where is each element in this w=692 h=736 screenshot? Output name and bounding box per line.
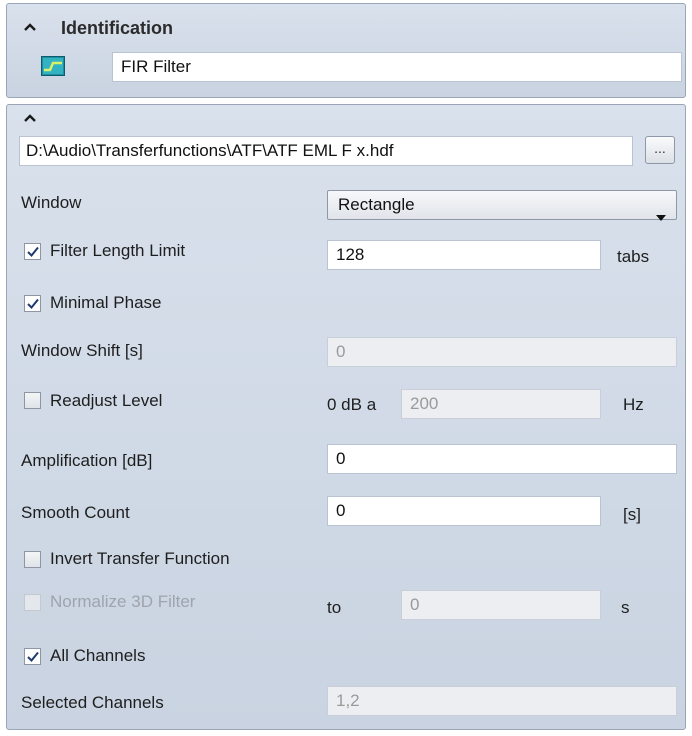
all-channels-checkbox[interactable] bbox=[24, 648, 41, 665]
amplification-field[interactable]: 0 bbox=[327, 444, 677, 474]
readjust-level-label: Readjust Level bbox=[50, 391, 163, 410]
invert-transfer-function-checkbox[interactable] bbox=[24, 551, 41, 568]
amplification-label: Amplification [dB] bbox=[21, 451, 153, 470]
window-select-value: Rectangle bbox=[338, 195, 415, 214]
window-select[interactable]: Rectangle bbox=[327, 190, 677, 221]
identification-panel: Identification FIR Filter bbox=[6, 3, 686, 98]
smooth-count-unit: [s] bbox=[623, 505, 641, 524]
normalize-unit: s bbox=[621, 598, 630, 617]
window-shift-field: 0 bbox=[327, 337, 677, 367]
selected-channels-field: 1,2 bbox=[327, 686, 677, 716]
readjust-level-field: 200 bbox=[401, 389, 601, 419]
browse-button[interactable]: ... bbox=[645, 136, 675, 164]
window-label: Window bbox=[21, 193, 82, 212]
invert-transfer-function-label: Invert Transfer Function bbox=[50, 549, 230, 568]
smooth-count-field[interactable]: 0 bbox=[327, 496, 601, 526]
readjust-level-unit: Hz bbox=[623, 395, 644, 414]
all-channels-label: All Channels bbox=[50, 646, 146, 665]
normalize-field: 0 bbox=[401, 590, 601, 620]
selected-channels-label: Selected Channels bbox=[21, 693, 164, 712]
check-icon bbox=[27, 298, 39, 309]
normalize-to-label: to bbox=[327, 598, 342, 617]
normalize-3d-filter-checkbox bbox=[24, 594, 41, 611]
filter-length-limit-label: Filter Length Limit bbox=[50, 241, 186, 260]
window-shift-label: Window Shift [s] bbox=[21, 341, 143, 360]
minimal-phase-label: Minimal Phase bbox=[50, 293, 162, 312]
filter-length-limit-checkbox[interactable] bbox=[24, 243, 41, 260]
readjust-level-checkbox[interactable] bbox=[24, 392, 41, 409]
filter-length-unit: tabs bbox=[617, 247, 650, 266]
check-icon bbox=[27, 246, 39, 257]
section-title: Identification bbox=[61, 18, 173, 38]
filter-icon bbox=[41, 56, 65, 76]
file-path-field[interactable]: D:\Audio\Transferfunctions\ATF\ATF EML F… bbox=[19, 136, 633, 166]
name-field[interactable]: FIR Filter bbox=[112, 52, 682, 82]
check-icon bbox=[27, 651, 39, 662]
minimal-phase-checkbox[interactable] bbox=[24, 295, 41, 312]
normalize-3d-filter-label: Normalize 3D Filter bbox=[50, 592, 196, 611]
caret-down-icon bbox=[656, 202, 666, 230]
collapse-chevron-icon[interactable] bbox=[23, 22, 37, 32]
filter-length-field[interactable]: 128 bbox=[327, 240, 601, 270]
readjust-prefix: 0 dB a bbox=[327, 395, 377, 414]
parameters-panel: D:\Audio\Transferfunctions\ATF\ATF EML F… bbox=[6, 104, 686, 730]
collapse-chevron-icon[interactable] bbox=[23, 113, 37, 123]
smooth-count-label: Smooth Count bbox=[21, 503, 130, 522]
